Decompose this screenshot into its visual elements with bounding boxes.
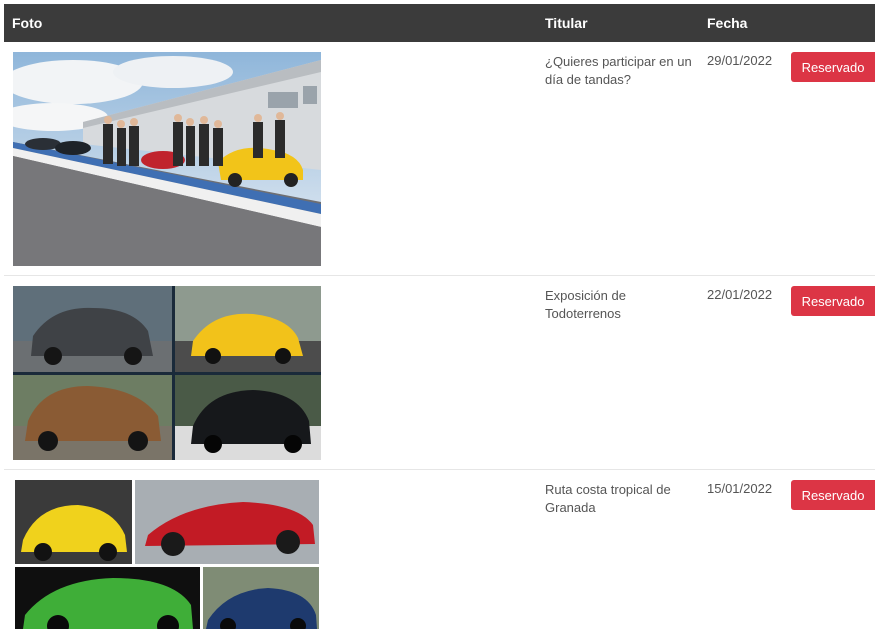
table-row: Ruta costa tropical de Granada 15/01/202… — [4, 470, 875, 629]
reservado-button[interactable]: Reservado — [791, 286, 875, 316]
track-day-photo — [13, 52, 321, 266]
header-titular: Titular — [545, 15, 588, 31]
header-foto: Foto — [12, 15, 43, 31]
table-row: Exposición de Todoterrenos 22/01/2022 Re… — [4, 276, 875, 470]
event-title: Exposición de Todoterrenos — [545, 288, 626, 321]
events-table: Foto Titular Fecha ¿Quieres participar e… — [4, 4, 875, 629]
event-title: Ruta costa tropical de Granada — [545, 482, 671, 515]
event-date: 29/01/2022 — [707, 53, 773, 68]
event-date: 22/01/2022 — [707, 287, 773, 302]
reservado-button[interactable]: Reservado — [791, 480, 875, 510]
sports-car-collage-photo — [13, 480, 321, 629]
header-fecha: Fecha — [707, 15, 748, 31]
suv-collage-photo — [13, 286, 321, 460]
event-title: ¿Quieres participar en un día de tandas? — [545, 54, 692, 87]
event-date: 15/01/2022 — [707, 481, 773, 496]
table-header: Foto Titular Fecha — [4, 4, 875, 42]
table-row: ¿Quieres participar en un día de tandas?… — [4, 42, 875, 276]
reservado-button[interactable]: Reservado — [791, 52, 875, 82]
